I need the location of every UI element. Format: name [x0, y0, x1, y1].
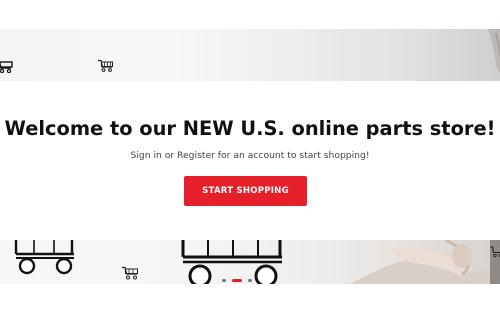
- hand-image: [488, 29, 500, 73]
- carousel-dot[interactable]: [222, 279, 226, 282]
- shopping-cart-icon: [490, 246, 500, 258]
- carousel-pagination: [222, 276, 282, 284]
- hand-image: [350, 240, 500, 284]
- shopping-cart-icon: [98, 59, 113, 72]
- hero-banner: Welcome to our NEW U.S. online parts sto…: [0, 29, 500, 284]
- carousel-dot[interactable]: [248, 279, 252, 282]
- hero-content: Welcome to our NEW U.S. online parts sto…: [0, 81, 500, 240]
- shopping-cart-icon: [14, 240, 74, 275]
- shopping-cart-icon: [0, 61, 13, 73]
- hero-headline: Welcome to our NEW U.S. online parts sto…: [4, 117, 496, 140]
- hero-subtext: Sign in or Register for an account to st…: [130, 150, 370, 161]
- carousel-dot-active[interactable]: [232, 279, 242, 282]
- shopping-cart-icon: [122, 266, 138, 280]
- start-shopping-button[interactable]: START SHOPPING: [184, 176, 307, 206]
- hero-image-top: [0, 29, 500, 81]
